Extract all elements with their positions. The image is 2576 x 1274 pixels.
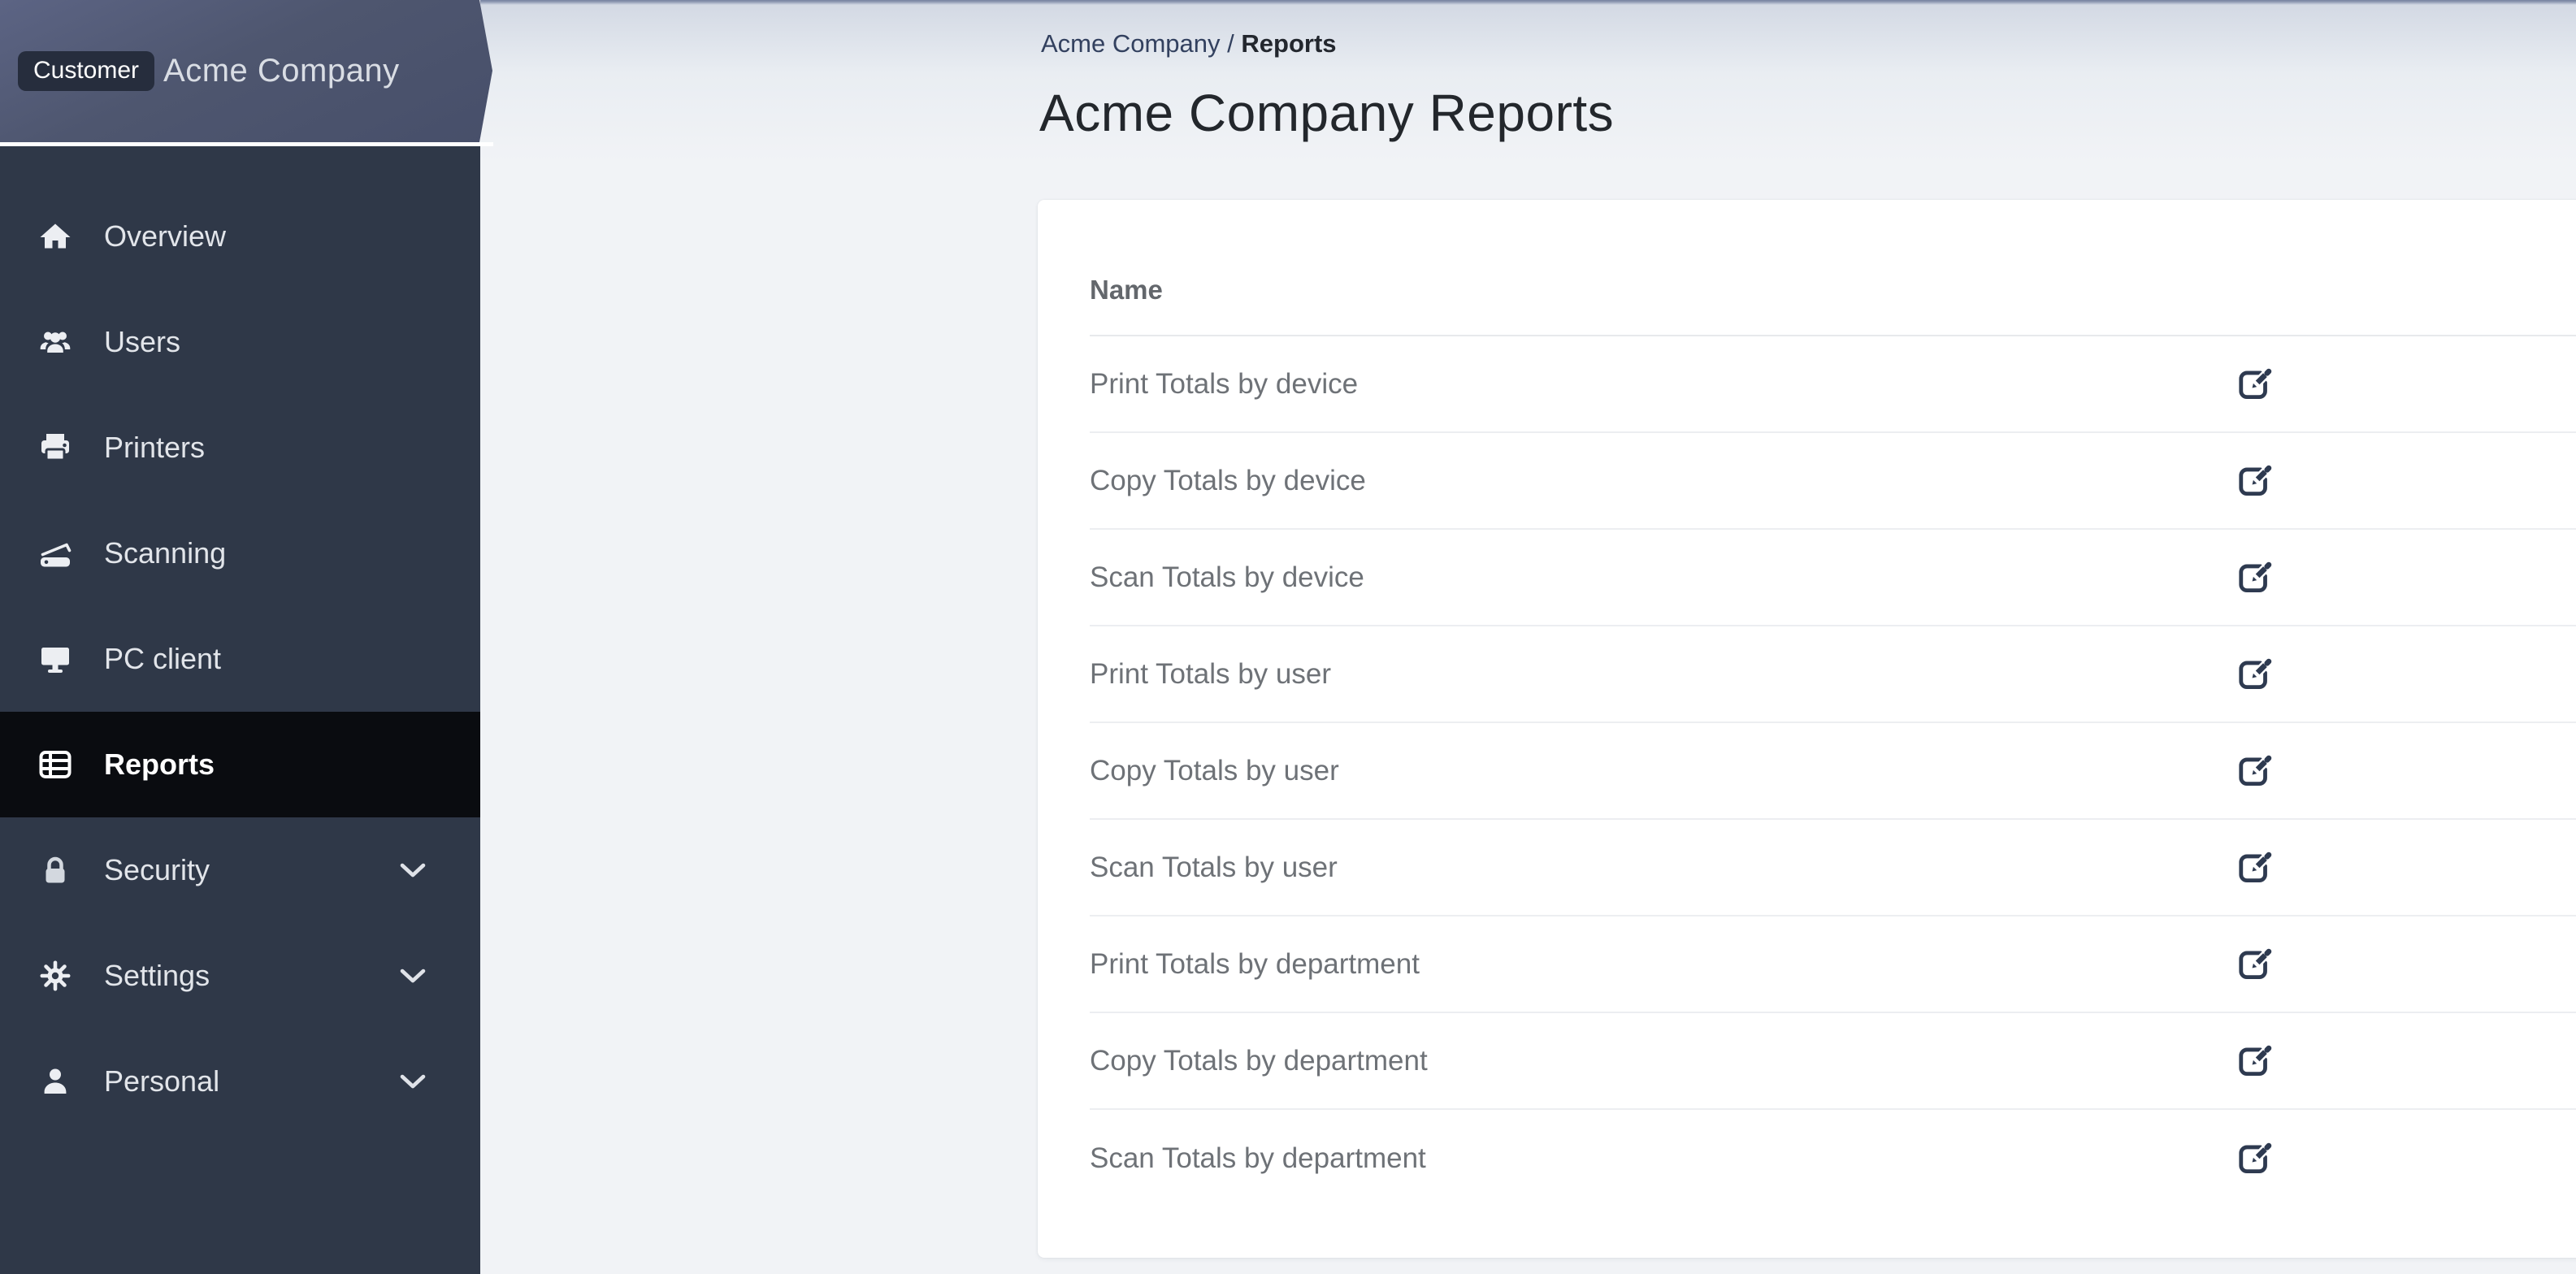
sidebar-item-overview[interactable]: Overview [0,184,480,289]
edit-icon [2236,752,2275,790]
chevron-down-icon [397,1071,428,1092]
banner-underline [0,142,493,146]
home-icon [40,223,71,249]
sidebar-item-label: Scanning [104,536,227,570]
edit-report-button[interactable] [2236,849,2275,886]
edit-report-button[interactable] [2236,366,2275,403]
edit-report-button[interactable] [2236,559,2275,596]
edit-icon [2236,366,2275,403]
sidebar-item-label: Security [104,853,210,886]
sidebar-item-label: Printers [104,431,206,464]
column-header-name: Name [1090,275,1163,305]
sidebar-item-label: Reports [104,748,215,781]
reports-card: Name Print Totals by device Copy Totals … [1038,200,2576,1258]
edit-report-button[interactable] [2236,462,2275,500]
report-name: Print Totals by user [1090,657,1331,690]
sidebar-item-users[interactable]: Users [0,289,480,395]
sidebar-item-pc-client[interactable]: PC client [0,606,480,712]
report-name: Print Totals by department [1090,947,1420,980]
sidebar-item-personal[interactable]: Personal [0,1029,480,1134]
sidebar-item-label: Overview [104,219,227,253]
table-row: Copy Totals by device [1090,433,2576,530]
company-name: Acme Company [163,53,400,89]
table-row: Print Totals by department [1090,916,2576,1013]
table-row: Scan Totals by user [1090,820,2576,916]
users-icon [40,332,71,353]
page-title: Acme Company Reports [1039,84,1615,142]
sidebar-item-label: Personal [104,1064,220,1098]
edit-report-button[interactable] [2236,1140,2275,1177]
sidebar-item-settings[interactable]: Settings [0,923,480,1029]
edit-icon [2236,849,2275,886]
edit-icon [2236,1140,2275,1177]
table-row: Copy Totals by department [1090,1013,2576,1110]
table-row: Scan Totals by department [1090,1110,2576,1207]
customer-badge: Customer [18,51,155,91]
chevron-down-icon [397,965,428,986]
report-name: Scan Totals by user [1090,851,1338,883]
table-row: Print Totals by user [1090,626,2576,723]
report-name: Copy Totals by user [1090,754,1339,786]
sidebar-item-scanning[interactable]: Scanning [0,500,480,606]
edit-icon [2236,1042,2275,1080]
edit-report-button[interactable] [2236,656,2275,693]
table-header-row: Name [1090,245,2576,336]
sidebar-item-reports[interactable]: Reports [0,712,480,817]
table-list-icon [39,751,72,778]
person-icon [44,1068,67,1094]
sidebar-nav: Overview Users Printers Scanning PC clie… [0,146,480,1134]
sidebar-item-printers[interactable]: Printers [0,395,480,500]
report-name: Print Totals by device [1090,367,1359,400]
scanner-icon [39,543,72,569]
sidebar-item-security[interactable]: Security [0,817,480,923]
chevron-down-icon [397,860,428,881]
printer-icon [40,432,71,462]
sidebar-item-label: Settings [104,959,210,992]
customer-banner: Customer Acme Company [0,0,492,142]
content-area: Acme Company / Reports Acme Company Repo… [480,0,2576,1274]
table-row: Scan Totals by device [1090,530,2576,626]
table-row: Print Totals by device [1090,336,2576,433]
edit-icon [2236,462,2275,500]
report-name: Scan Totals by department [1090,1142,1426,1174]
edit-report-button[interactable] [2236,946,2275,983]
breadcrumb-parent-link[interactable]: Acme Company [1041,29,1221,58]
report-name: Copy Totals by department [1090,1044,1428,1077]
edit-report-button[interactable] [2236,752,2275,790]
desktop-icon [41,648,69,673]
sidebar: Overview Users Printers Scanning PC clie… [0,146,480,1274]
edit-icon [2236,559,2275,596]
sidebar-item-label: PC client [104,642,222,675]
breadcrumb-current: Reports [1241,29,1337,58]
gear-icon [40,960,71,991]
table-row: Copy Totals by user [1090,723,2576,820]
report-name: Copy Totals by device [1090,464,1366,496]
edit-icon [2236,656,2275,693]
edit-report-button[interactable] [2236,1042,2275,1080]
report-name: Scan Totals by device [1090,561,1364,593]
edit-icon [2236,946,2275,983]
sidebar-item-label: Users [104,325,181,358]
breadcrumb: Acme Company / Reports [1041,29,1337,58]
lock-icon [37,852,73,888]
